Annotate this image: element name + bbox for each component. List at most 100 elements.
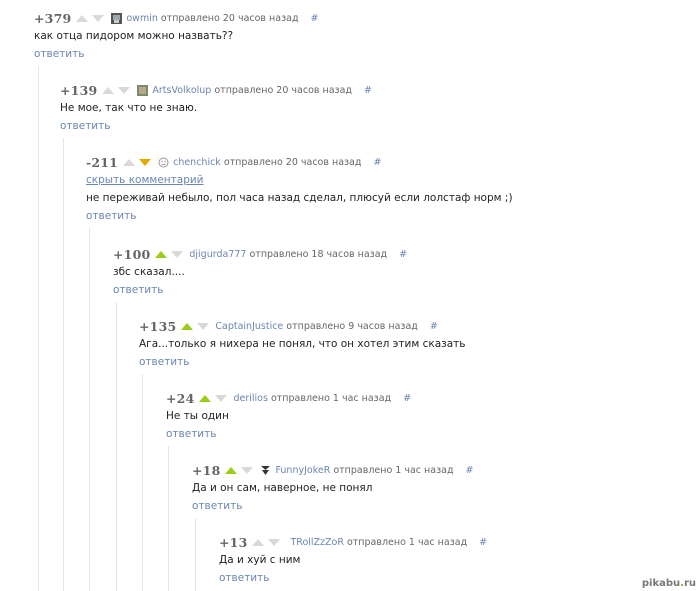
comment-author[interactable]: owmin xyxy=(126,13,158,24)
comment-author[interactable]: FunnyJokeR xyxy=(275,465,330,476)
reply-link[interactable]: ответить xyxy=(192,500,242,512)
thread-line xyxy=(142,374,143,591)
comment-author[interactable]: chenchick xyxy=(173,157,221,168)
upvote-arrow-icon[interactable] xyxy=(252,538,265,546)
downvote-arrow-icon[interactable] xyxy=(215,394,228,402)
comment-author[interactable]: CaptainJustice xyxy=(215,321,283,332)
upvote-arrow-icon[interactable] xyxy=(199,394,212,402)
comment-rating: +13 xyxy=(219,534,248,550)
permalink-hash[interactable]: # xyxy=(373,157,381,168)
comment-author[interactable]: derilios xyxy=(233,393,267,404)
watermark-tld: ru xyxy=(683,578,696,589)
comment-timestamp: отправлено 20 часов назад xyxy=(214,84,352,96)
vote-arrows xyxy=(155,250,184,258)
downvote-arrow-icon[interactable] xyxy=(171,250,184,258)
pikabu-watermark: pikabu.ru xyxy=(642,578,696,589)
thread-line xyxy=(116,302,117,591)
reply-link[interactable]: ответить xyxy=(219,572,269,584)
vote-arrows xyxy=(225,466,254,474)
comment-header: +379 owmin отправлено 20 часов назад # xyxy=(34,10,318,26)
comment: +100 djigurda777 отправлено 18 часов наз… xyxy=(113,246,673,302)
comment-text: как отца пидором можно назвать?? xyxy=(34,30,234,42)
comment-text: Да и он сам, наверное, не понял xyxy=(192,482,373,494)
reply-link[interactable]: ответить xyxy=(166,428,216,440)
avatar xyxy=(137,81,149,100)
comment-timestamp: отправлено 20 часов назад xyxy=(160,12,299,24)
permalink-hash[interactable]: # xyxy=(403,393,411,404)
reply-link[interactable]: ответить xyxy=(60,120,110,132)
reply-link[interactable]: ответить xyxy=(113,284,163,296)
thread-line xyxy=(63,138,64,591)
comment-header: +24 derilios отправлено 1 час назад # xyxy=(166,390,411,406)
downvote-arrow-icon[interactable] xyxy=(92,14,105,22)
comment-rating: +379 xyxy=(34,10,72,26)
comment-rating: +135 xyxy=(139,318,177,334)
comment-timestamp: отправлено 9 часов назад xyxy=(286,320,418,332)
reply-link[interactable]: ответить xyxy=(34,48,84,60)
vote-arrows xyxy=(252,538,281,546)
comment: +379 owmin отправлено 20 часов назад # к… xyxy=(34,10,634,66)
upvote-arrow-icon[interactable] xyxy=(181,322,194,330)
comment-header: +100 djigurda777 отправлено 18 часов наз… xyxy=(113,246,407,262)
comment-text: Не мое, так что не знаю. xyxy=(60,102,198,114)
thread-line xyxy=(38,66,39,591)
permalink-hash[interactable]: # xyxy=(479,537,487,548)
permalink-hash[interactable]: # xyxy=(311,13,319,24)
permalink-hash[interactable]: # xyxy=(364,85,372,96)
downvote-arrow-icon[interactable] xyxy=(241,466,254,474)
permalink-hash[interactable]: # xyxy=(399,249,407,260)
comment-rating: +24 xyxy=(166,390,195,406)
comment-timestamp: отправлено 1 час назад xyxy=(270,392,392,404)
comment-text: Не ты один xyxy=(166,410,229,422)
downvote-arrow-icon[interactable] xyxy=(268,538,281,546)
comment-rating: -211 xyxy=(86,154,119,170)
downvote-arrow-icon[interactable] xyxy=(118,86,131,94)
comment-rating: +139 xyxy=(60,82,98,98)
upvote-arrow-icon[interactable] xyxy=(225,466,238,474)
comment-header: +135 CaptainJustice отправлено 9 часов н… xyxy=(139,318,438,334)
comment: +135 CaptainJustice отправлено 9 часов н… xyxy=(139,318,679,374)
avatar xyxy=(111,9,123,28)
comment-text: Ага...только я нихера не понял, что он х… xyxy=(139,338,466,350)
thread-line xyxy=(168,446,169,591)
permalink-hash[interactable]: # xyxy=(430,321,438,332)
smiley-icon xyxy=(158,153,169,172)
vote-arrows xyxy=(102,86,131,94)
upvote-arrow-icon[interactable] xyxy=(123,158,136,166)
comment-timestamp: отправлено 1 час назад xyxy=(333,464,454,476)
comment-timestamp: отправлено 20 часов назад xyxy=(223,156,362,168)
comment-header: -211 chenchick отправлено 20 часов назад… xyxy=(86,154,381,170)
comment-timestamp: отправлено 1 час назад xyxy=(346,536,468,548)
comment-author[interactable]: ArtsVolkolup xyxy=(152,85,211,96)
comment-author[interactable]: djigurda777 xyxy=(189,249,246,260)
comment-timestamp: отправлено 18 часов назад xyxy=(249,248,388,260)
upvote-arrow-icon[interactable] xyxy=(102,86,115,94)
comment: +24 derilios отправлено 1 час назад # Не… xyxy=(166,390,666,446)
upvote-arrow-icon[interactable] xyxy=(76,14,89,22)
comment: -211 chenchick отправлено 20 часов назад… xyxy=(86,154,686,228)
vote-arrows xyxy=(76,14,105,22)
comment: +139 ArtsVolkolup отправлено 20 часов на… xyxy=(60,82,660,138)
comment: +13 TRollZzZoR отправлено 1 час назад # … xyxy=(219,534,679,590)
upvote-arrow-icon[interactable] xyxy=(155,250,168,258)
thread-line xyxy=(195,518,196,591)
downvote-arrow-icon[interactable] xyxy=(197,322,210,330)
comment-header: +13 TRollZzZoR отправлено 1 час назад # xyxy=(219,534,487,550)
watermark-brand: pikabu xyxy=(641,578,681,589)
comment-text: збс сказал.... xyxy=(113,266,185,278)
comment-rating: +18 xyxy=(192,462,221,478)
comment-text: Да и хуй с ним xyxy=(219,554,301,566)
comment-header: +18 FunnyJokeR отправлено 1 час назад # xyxy=(192,462,473,478)
vote-arrows xyxy=(123,158,152,166)
hide-comment-link[interactable]: скрыть комментарий xyxy=(86,174,204,186)
reply-link[interactable]: ответить xyxy=(139,356,189,368)
comment-author[interactable]: TRollZzZoR xyxy=(290,537,343,548)
avatar xyxy=(260,461,271,480)
downvote-arrow-icon[interactable] xyxy=(139,158,152,166)
comment: +18 FunnyJokeR отправлено 1 час назад # … xyxy=(192,462,672,518)
permalink-hash[interactable]: # xyxy=(466,465,474,476)
reply-link[interactable]: ответить xyxy=(86,210,136,222)
thread-line xyxy=(89,228,90,591)
vote-arrows xyxy=(199,394,228,402)
comment-header: +139 ArtsVolkolup отправлено 20 часов на… xyxy=(60,82,372,98)
